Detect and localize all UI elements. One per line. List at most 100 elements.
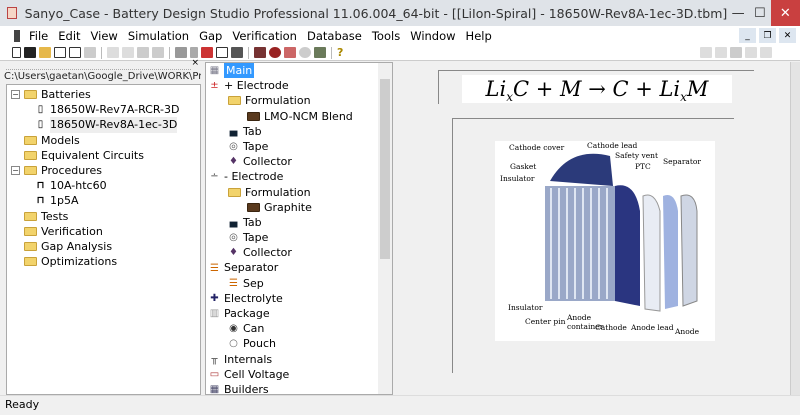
design-tree-item[interactable]: ∸ - Electrode bbox=[209, 169, 392, 184]
design-tree-label: Formulation bbox=[245, 185, 311, 199]
plug-icon[interactable] bbox=[284, 47, 296, 58]
disc-icon[interactable] bbox=[299, 47, 311, 58]
right-scrollbar[interactable] bbox=[790, 62, 800, 395]
vertical-scrollbar[interactable] bbox=[378, 63, 392, 394]
paste-icon[interactable] bbox=[137, 47, 149, 58]
network-icon[interactable] bbox=[201, 47, 213, 58]
cut-icon[interactable] bbox=[107, 47, 119, 58]
mdi-restore-button[interactable]: ❐ bbox=[759, 28, 776, 43]
find-icon[interactable] bbox=[152, 47, 164, 58]
folder-icon bbox=[24, 226, 37, 236]
design-tree-item[interactable]: ▄ Tab bbox=[209, 124, 392, 139]
design-tree-item[interactable]: LMO-NCM Blend bbox=[209, 109, 392, 124]
tree-item[interactable]: Tests bbox=[7, 209, 200, 224]
menu-edit[interactable]: Edit bbox=[53, 29, 85, 43]
layout-icon[interactable] bbox=[231, 47, 243, 58]
menu-database[interactable]: Database bbox=[302, 29, 367, 43]
menu-tools[interactable]: Tools bbox=[367, 29, 405, 43]
tree-item[interactable]: − Procedures bbox=[7, 163, 200, 178]
design-tree-item[interactable]: ◉ Can bbox=[209, 321, 392, 336]
design-tree-item[interactable]: ╥ Internals bbox=[209, 352, 392, 367]
tree-item[interactable]: Models bbox=[7, 133, 200, 148]
close-button[interactable]: ✕ bbox=[770, 0, 800, 26]
panel-close-button[interactable]: × bbox=[191, 58, 199, 68]
menu-simulation[interactable]: Simulation bbox=[123, 29, 194, 43]
project-explorer: × C:\Users\gaetan\Google_Drive\WORK\Pres… bbox=[0, 58, 201, 395]
minimize-button[interactable]: — bbox=[727, 0, 749, 26]
help-icon[interactable]: ? bbox=[337, 47, 349, 58]
tool-icon[interactable] bbox=[730, 47, 742, 58]
document-icon[interactable] bbox=[14, 29, 20, 42]
menu-view[interactable]: View bbox=[86, 29, 123, 43]
tree-item-label: 18650W-Rev8A-1ec-3D bbox=[50, 117, 178, 133]
design-tree-item[interactable]: ☰ Separator bbox=[209, 260, 392, 275]
design-tree-item[interactable]: Formulation bbox=[209, 185, 392, 200]
design-tree-item[interactable]: ◎ Tape bbox=[209, 139, 392, 154]
design-tree-label: Cell Voltage bbox=[224, 367, 290, 381]
tree-item[interactable]: ▯ 18650W-Rev7A-RCR-3D bbox=[7, 102, 200, 117]
folder-icon bbox=[24, 241, 37, 251]
separator-sheet bbox=[642, 194, 661, 312]
tree-item[interactable]: Equivalent Circuits bbox=[7, 148, 200, 163]
new-icon[interactable] bbox=[12, 47, 21, 58]
menu-bar: File Edit View Simulation Gap Verification Dat… bbox=[0, 26, 800, 45]
design-tree-label: Pouch bbox=[243, 337, 276, 351]
maximize-button[interactable]: ☐ bbox=[749, 0, 771, 26]
tree-item[interactable]: ⊓ 10A-htc60 bbox=[7, 178, 200, 193]
builders-icon: ▦ bbox=[209, 384, 220, 396]
scrollbar-thumb[interactable] bbox=[380, 79, 390, 259]
design-tree-item[interactable]: ▦ Main bbox=[209, 63, 392, 79]
collector-icon: ♦ bbox=[229, 247, 238, 259]
equation-frame: LixC + M → C + LixM bbox=[438, 70, 754, 104]
menu-verification[interactable]: Verification bbox=[227, 29, 302, 43]
tool-icon[interactable] bbox=[745, 47, 757, 58]
design-tree-item[interactable]: Formulation bbox=[209, 93, 392, 108]
tree-item[interactable]: Optimizations bbox=[7, 254, 200, 269]
design-tree-item[interactable]: ○ Pouch bbox=[209, 336, 392, 351]
image-icon[interactable] bbox=[314, 47, 326, 58]
tree-item[interactable]: ▯ 18650W-Rev8A-1ec-3D bbox=[7, 117, 200, 133]
tool-icon[interactable] bbox=[715, 47, 727, 58]
design-tree-label: Tab bbox=[243, 124, 262, 138]
design-tree-item[interactable]: ◎ Tape bbox=[209, 230, 392, 245]
design-tree-label: Internals bbox=[224, 352, 273, 366]
tree-item[interactable]: Gap Analysis bbox=[7, 239, 200, 254]
open-icon[interactable] bbox=[39, 47, 51, 58]
design-tree-item[interactable]: ▄ Tab bbox=[209, 215, 392, 230]
menu-gap[interactable]: Gap bbox=[194, 29, 227, 43]
grid-icon[interactable] bbox=[84, 47, 96, 58]
frame-icon[interactable] bbox=[216, 47, 228, 58]
target-icon[interactable] bbox=[269, 47, 281, 58]
save-icon[interactable] bbox=[24, 47, 36, 58]
menu-file[interactable]: File bbox=[24, 29, 53, 43]
menu-help[interactable]: Help bbox=[461, 29, 497, 43]
collapse-toggle[interactable]: − bbox=[11, 166, 20, 176]
tree-item[interactable]: ⊓ 1p5A bbox=[7, 193, 200, 208]
play-icon[interactable] bbox=[190, 47, 198, 58]
stop-icon[interactable] bbox=[175, 47, 187, 58]
design-tree-item[interactable]: ± + Electrode bbox=[209, 78, 392, 93]
mdi-minimize-button[interactable]: _ bbox=[739, 28, 756, 43]
chart-icon[interactable] bbox=[254, 47, 266, 58]
menu-window[interactable]: Window bbox=[405, 29, 460, 43]
design-tree-item[interactable]: ✚ Electrolyte bbox=[209, 291, 392, 306]
design-tree-item[interactable]: Graphite bbox=[209, 200, 392, 215]
design-tree-item[interactable]: ☰ Sep bbox=[209, 276, 392, 291]
tool-icon[interactable] bbox=[700, 47, 712, 58]
design-tree-item[interactable]: ♦ Collector bbox=[209, 245, 392, 260]
collapse-toggle[interactable]: − bbox=[11, 90, 20, 100]
design-tree-item[interactable]: ▭ Cell Voltage bbox=[209, 367, 392, 382]
window-icon[interactable] bbox=[54, 47, 66, 58]
copy-icon[interactable] bbox=[122, 47, 134, 58]
folder-icon bbox=[24, 211, 37, 221]
label-gasket: Gasket bbox=[510, 162, 537, 171]
tree-item[interactable]: Verification bbox=[7, 224, 200, 239]
window2-icon[interactable] bbox=[69, 47, 81, 58]
tree-item-label: Tests bbox=[41, 209, 69, 223]
design-tree-item[interactable]: ♦ Collector bbox=[209, 154, 392, 169]
tree-item[interactable]: − Batteries bbox=[7, 87, 200, 102]
tool-icon[interactable] bbox=[760, 47, 772, 58]
mdi-close-button[interactable]: ✕ bbox=[779, 28, 796, 43]
tree-item-label: 1p5A bbox=[50, 194, 79, 208]
design-tree-item[interactable]: ▥ Package bbox=[209, 306, 392, 321]
